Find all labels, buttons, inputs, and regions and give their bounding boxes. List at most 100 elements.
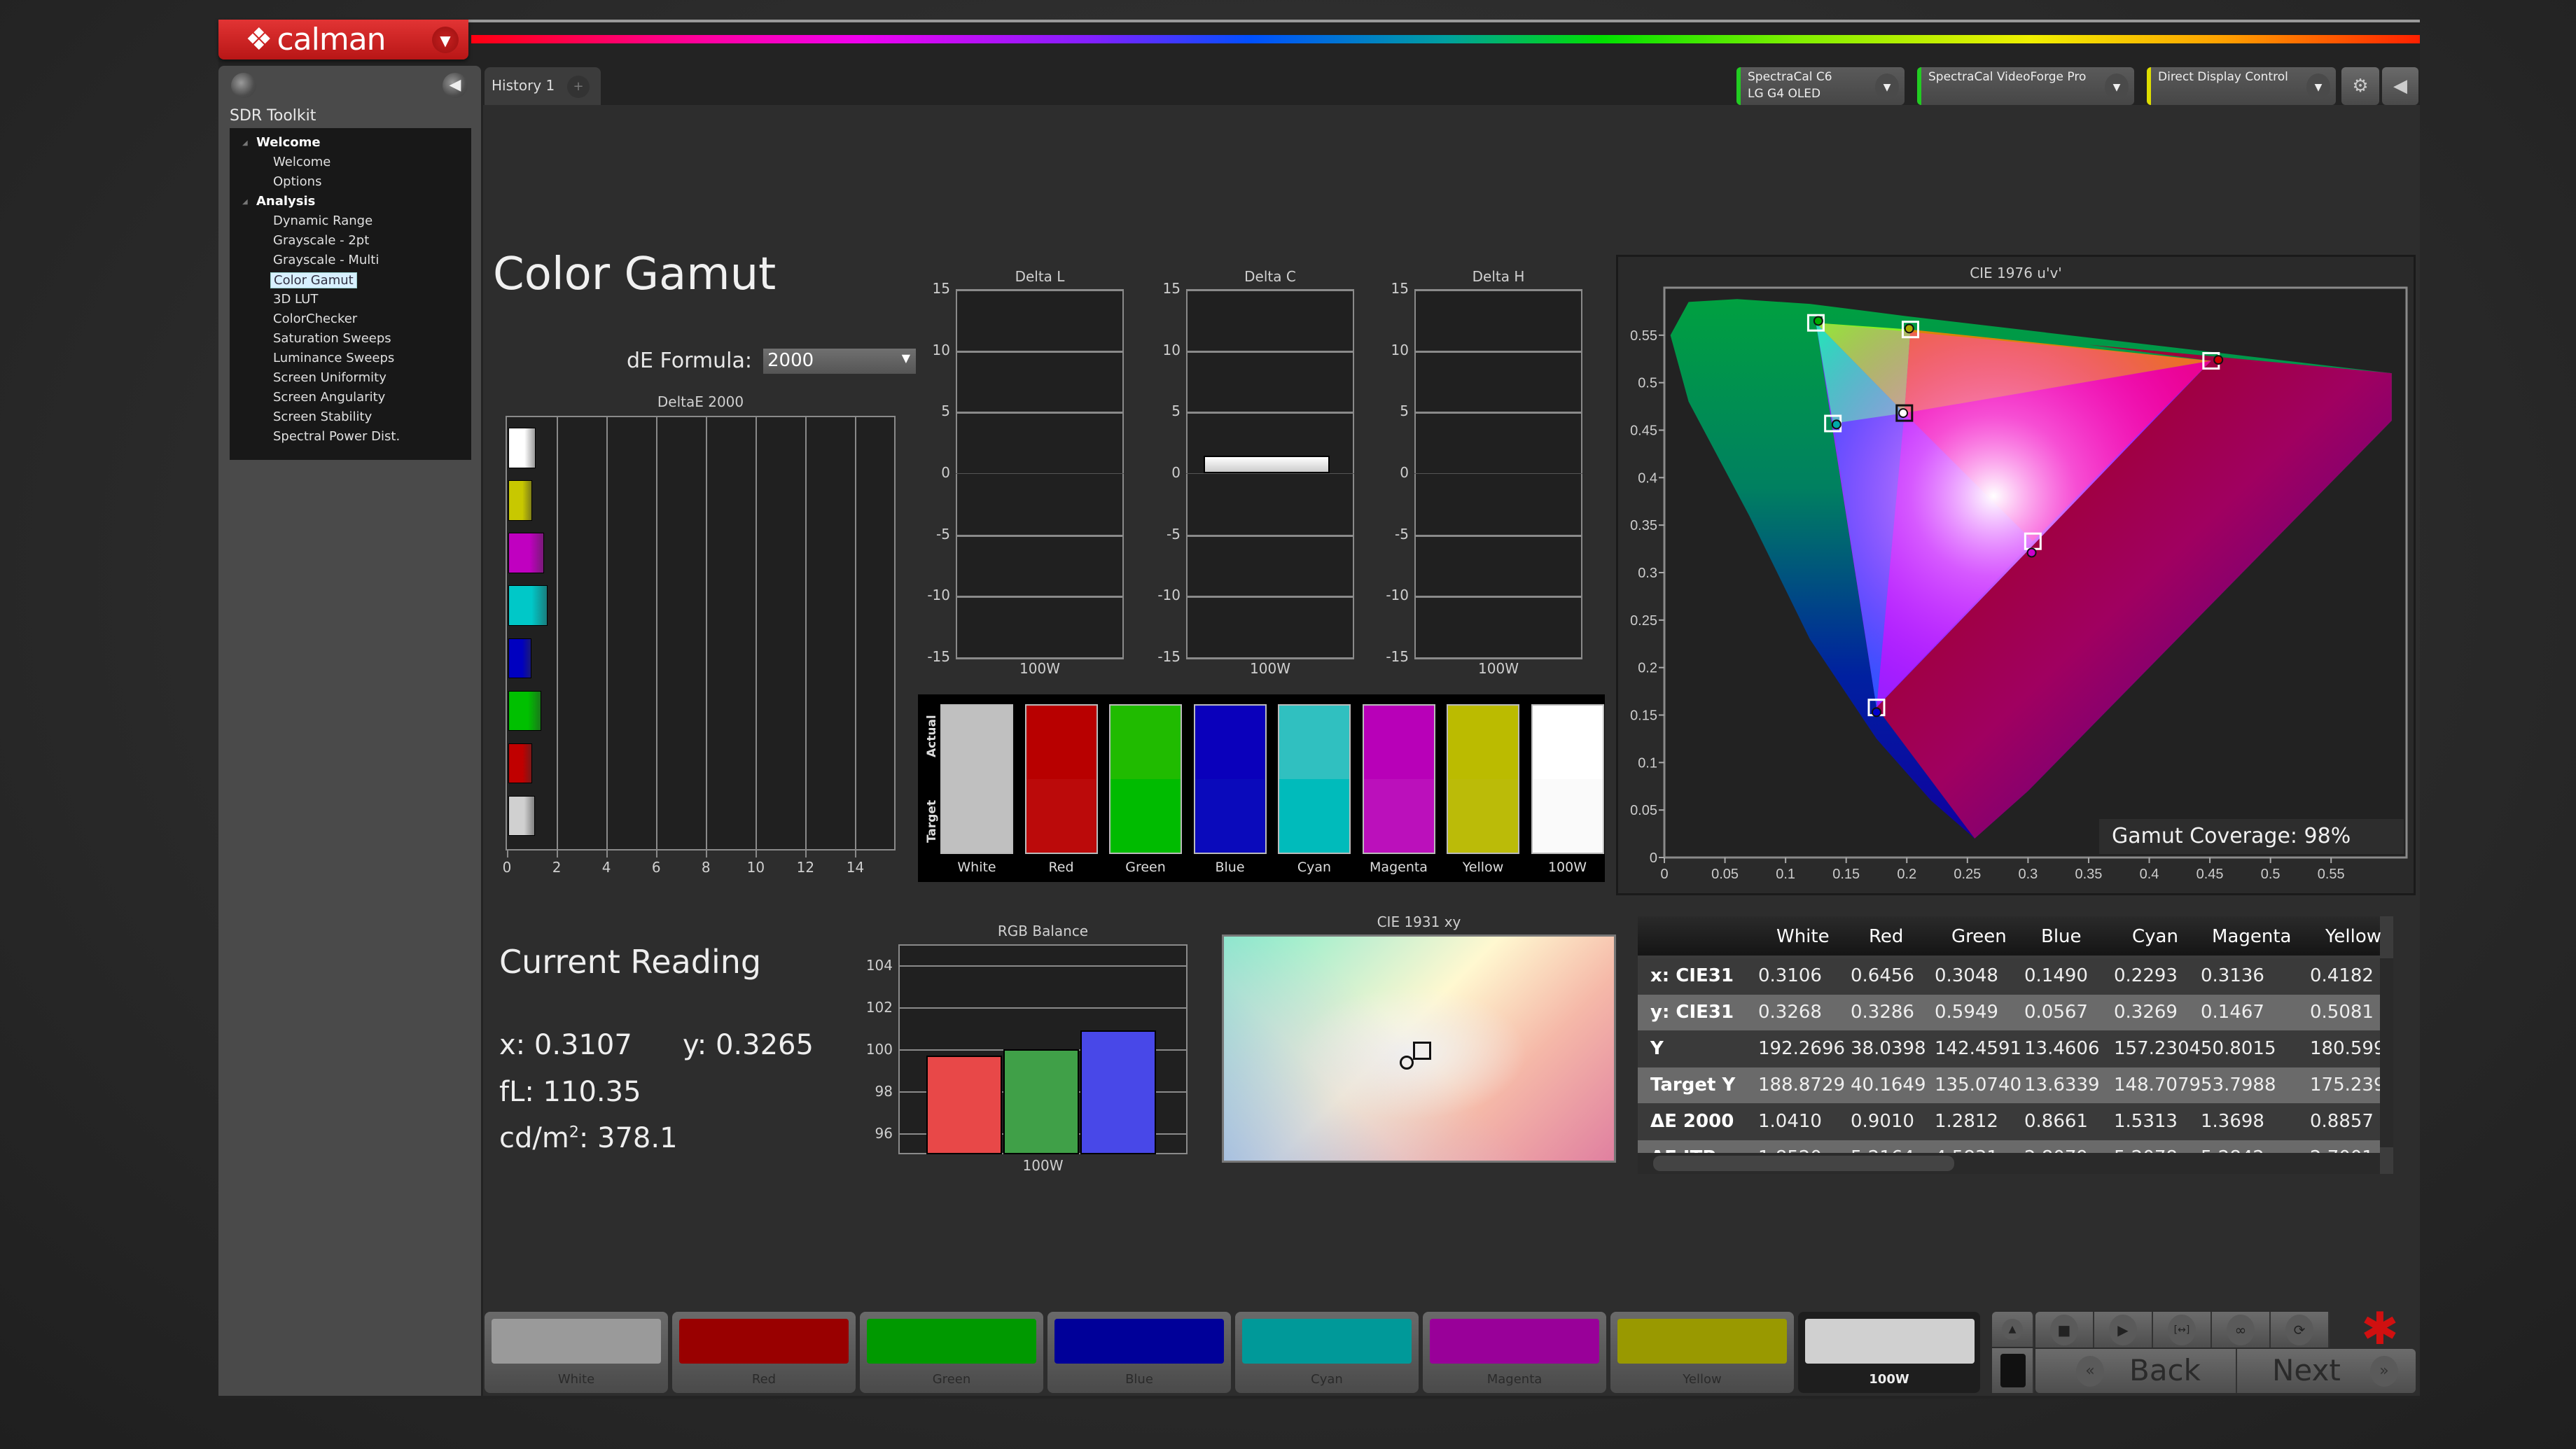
- patch-preview[interactable]: [1992, 1348, 2034, 1393]
- gear-icon: ⚙: [2352, 76, 2369, 97]
- up-button[interactable]: ▲: [1992, 1312, 2034, 1347]
- gridline: [606, 416, 608, 850]
- vertical-scrollbar[interactable]: [2380, 958, 2393, 1147]
- tree-item-colorchecker[interactable]: ColorChecker: [273, 312, 357, 326]
- asterisk-icon[interactable]: ✱: [2361, 1303, 2399, 1355]
- table-cell: 142.4591: [1935, 1038, 2022, 1059]
- y-tick-label: 0.3: [1638, 566, 1657, 581]
- tree-item-screen-angularity[interactable]: Screen Angularity: [273, 390, 385, 405]
- target-swatch: [1363, 779, 1434, 853]
- y-tick-label: 0.15: [1630, 708, 1657, 724]
- tree-item-screen-stability[interactable]: Screen Stability: [273, 410, 372, 424]
- add-tab-button[interactable]: +: [567, 76, 590, 98]
- collapse-right-button[interactable]: ◀: [2382, 67, 2418, 105]
- patch-button-100w[interactable]: 100W: [1798, 1312, 1980, 1393]
- tree-item-welcome[interactable]: Welcome: [273, 155, 330, 169]
- horizontal-scrollbar[interactable]: [1638, 1153, 2380, 1174]
- y-tick-label: 15: [932, 280, 950, 297]
- x-tick-label: 0: [1660, 867, 1668, 882]
- sidebar-collapse-button[interactable]: ◀: [443, 73, 468, 98]
- table-cell: 188.8729: [1758, 1074, 1846, 1096]
- y-tick-label: 0: [941, 464, 950, 481]
- gridline: [805, 416, 807, 850]
- scroll-thumb[interactable]: [1653, 1156, 1954, 1171]
- y-tick-label: -15: [927, 648, 950, 665]
- table-cell: 0.5949: [1935, 1002, 1998, 1023]
- tree-group-welcome[interactable]: Welcome: [256, 135, 321, 150]
- actual-swatch: [942, 706, 1012, 779]
- gridline: [956, 596, 1124, 598]
- luminance-value: : 378.1: [578, 1122, 678, 1154]
- cie1976-title: CIE 1976 u'v': [1970, 265, 2062, 281]
- tree-item-3d-lut[interactable]: 3D LUT: [273, 292, 318, 307]
- stop-icon: ■: [2050, 1314, 2078, 1345]
- rgb-balance-title: RGB Balance: [997, 923, 1089, 939]
- swatch-label: Yellow: [1462, 860, 1504, 875]
- y-tick-label: 0.25: [1630, 613, 1657, 629]
- y-tick-label: 5: [1400, 402, 1409, 420]
- measured-marker-white: [1898, 408, 1909, 419]
- swatch-label: Green: [1125, 860, 1166, 875]
- patch-button-cyan[interactable]: Cyan: [1235, 1312, 1419, 1393]
- de-formula-value: 2000: [767, 350, 814, 371]
- expand-arrow-icon[interactable]: ◢: [242, 198, 248, 206]
- settings-button[interactable]: ⚙: [2341, 67, 2379, 105]
- tree-item-dynamic-range[interactable]: Dynamic Range: [273, 214, 373, 228]
- patch-button-white[interactable]: White: [485, 1312, 668, 1393]
- table-cell: 0.1467: [2201, 1002, 2264, 1023]
- y-tick-label: 5: [1171, 402, 1181, 420]
- reading-fl: fL: 110.35: [499, 1076, 641, 1108]
- tree-item-spectral-power-dist-[interactable]: Spectral Power Dist.: [273, 429, 400, 444]
- tree-item-screen-uniformity[interactable]: Screen Uniformity: [273, 370, 387, 385]
- target-swatch: [1026, 779, 1096, 853]
- de-formula-select[interactable]: 2000 ▼: [763, 349, 916, 374]
- pattern-generator-selector[interactable]: SpectraCal VideoForge Pro ▼: [1917, 67, 2134, 105]
- tree-group-analysis[interactable]: Analysis: [256, 194, 315, 209]
- next-button[interactable]: Next »: [2237, 1349, 2416, 1393]
- play-button[interactable]: ▶: [2094, 1312, 2153, 1348]
- column-header: Green: [1951, 926, 2007, 947]
- refresh-button[interactable]: ⟳: [2271, 1312, 2330, 1348]
- x-tick-label: 0.5: [2261, 867, 2281, 882]
- gridline: [656, 416, 658, 850]
- tree-item-luminance-sweeps[interactable]: Luminance Sweeps: [273, 351, 394, 365]
- patch-button-red[interactable]: Red: [672, 1312, 856, 1393]
- table-cell: 157.2304: [2114, 1038, 2201, 1059]
- patch-button-magenta[interactable]: Magenta: [1423, 1312, 1606, 1393]
- next-label: Next: [2272, 1353, 2341, 1387]
- meter-selector[interactable]: SpectraCal C6 LG G4 OLED ▼: [1736, 67, 1905, 105]
- delta-h-title: Delta H: [1472, 268, 1525, 285]
- brand-name: calman: [277, 22, 386, 57]
- range-button[interactable]: [↔]: [2153, 1312, 2212, 1348]
- patch-color: [1054, 1319, 1224, 1364]
- deltae-bar-white: [508, 428, 536, 468]
- sidebar-pin-button[interactable]: [231, 73, 256, 98]
- tree-item-options[interactable]: Options: [273, 174, 321, 189]
- tree-item-grayscale-multi[interactable]: Grayscale - Multi: [273, 253, 379, 267]
- patch-label: Red: [751, 1372, 777, 1387]
- patch-button-yellow[interactable]: Yellow: [1610, 1312, 1794, 1393]
- display-control-selector[interactable]: Direct Display Control ▼: [2147, 67, 2336, 105]
- tree-item-saturation-sweeps[interactable]: Saturation Sweeps: [273, 331, 391, 346]
- x-tick-label: 4: [601, 859, 611, 876]
- stop-button[interactable]: ■: [2035, 1312, 2094, 1348]
- tab-history-1[interactable]: History 1 +: [485, 67, 601, 105]
- gridline: [1414, 534, 1582, 537]
- x-tick-label: 0.1: [1776, 867, 1795, 882]
- patch-button-green[interactable]: Green: [860, 1312, 1043, 1393]
- table-cell: 0.3106: [1758, 965, 1822, 986]
- tree-item-color-gamut[interactable]: Color Gamut: [270, 272, 357, 288]
- expand-arrow-icon[interactable]: ◢: [242, 139, 248, 147]
- tree-item-grayscale-2pt[interactable]: Grayscale - 2pt: [273, 233, 369, 248]
- x-category-label: 100W: [1478, 660, 1519, 677]
- continuous-button[interactable]: ∞: [2212, 1312, 2271, 1348]
- patch-button-blue[interactable]: Blue: [1047, 1312, 1231, 1393]
- calman-menu-button[interactable]: ❖ calman ▼: [218, 20, 468, 59]
- gridline: [1186, 412, 1354, 414]
- y-tick-label: 0: [1400, 464, 1409, 481]
- swatch-label: Cyan: [1297, 860, 1332, 875]
- table-cell: 0.3136: [2201, 965, 2264, 986]
- deltae-bar-yellow: [508, 480, 532, 521]
- back-button[interactable]: « Back: [2035, 1349, 2237, 1393]
- y-tick-label: 0.55: [1630, 328, 1657, 344]
